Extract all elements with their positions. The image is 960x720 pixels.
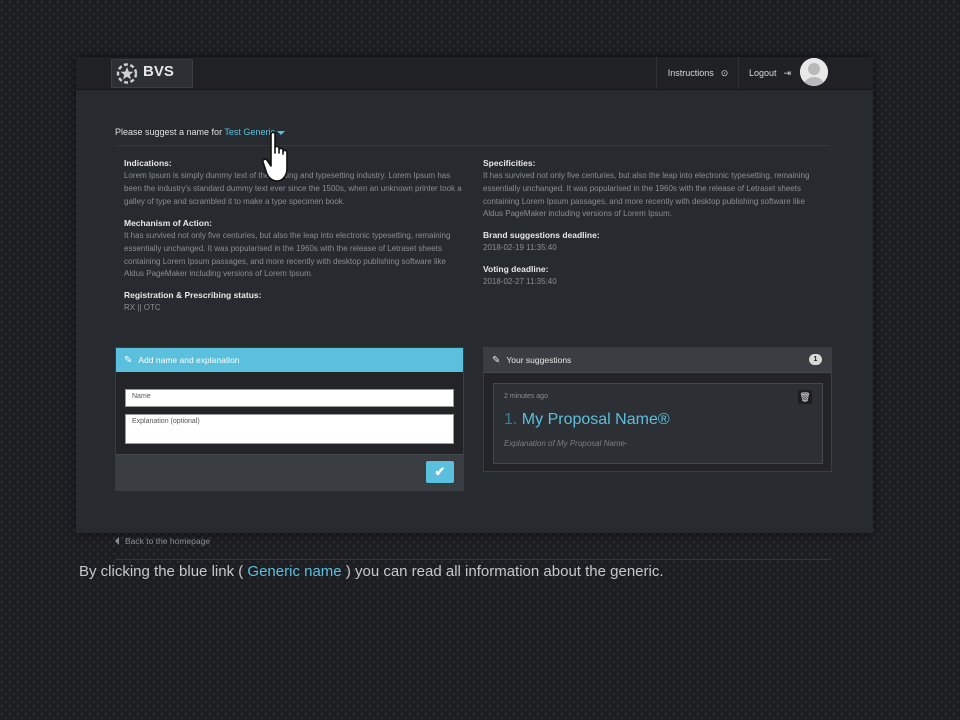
info-title: Specificities:	[483, 158, 536, 168]
info-title: Voting deadline:	[483, 264, 549, 274]
logout-link[interactable]: Logout ⇥	[738, 57, 801, 89]
name-input[interactable]: Name	[125, 389, 454, 407]
pencil-icon: ✎	[124, 354, 133, 366]
back-to-homepage-link[interactable]: Back to the homepage	[115, 536, 210, 546]
info-text: 2018-02-19 11:35:40	[483, 243, 557, 252]
suggestion-number: 1.	[504, 411, 518, 428]
name-placeholder: Name	[132, 393, 151, 400]
checkmark-icon: ✔	[434, 464, 446, 479]
user-silhouette-icon	[800, 58, 828, 86]
trash-icon[interactable]: 🗑	[798, 390, 812, 404]
suggestion-title: 1. My Proposal Name®	[504, 411, 670, 429]
suggest-prefix: Please suggest a name for	[115, 127, 223, 137]
explanation-placeholder: Explanation (optional)	[132, 418, 200, 425]
suggestion-count-badge: 1	[809, 354, 822, 365]
caption-after: ) you can read all information about the…	[345, 563, 664, 580]
brand-logo[interactable]: BVS	[111, 59, 193, 88]
mechanism-block: Mechanism of Action: It has survived not…	[124, 218, 464, 281]
instructions-label: Instructions	[667, 68, 714, 78]
info-text: It has survived not only five centuries,…	[483, 171, 810, 219]
divider	[115, 145, 831, 146]
registration-block: Registration & Prescribing status: RX ||…	[124, 290, 464, 315]
explanation-textarea[interactable]: Explanation (optional)	[125, 414, 454, 444]
add-name-title: Add name and explanation	[138, 355, 240, 365]
add-name-panel-header: ✎ Add name and explanation	[116, 348, 463, 372]
main-content: Please suggest a name for Test Generic I…	[76, 89, 873, 560]
info-title: Registration & Prescribing status:	[124, 290, 262, 300]
pencil-icon: ✎	[492, 354, 501, 366]
star-logo-icon	[116, 63, 138, 84]
brand-deadline-block: Brand suggestions deadline: 2018-02-19 1…	[483, 230, 823, 255]
tutorial-caption: By clicking the blue link ( Generic name…	[79, 563, 664, 580]
voting-deadline-block: Voting deadline: 2018-02-27 11:35:40	[483, 264, 823, 289]
info-title: Mechanism of Action:	[124, 218, 212, 228]
info-title: Brand suggestions deadline:	[483, 230, 600, 240]
brand-name: BVS	[143, 63, 174, 80]
suggestions-panel-header: ✎ Your suggestions 1	[484, 348, 831, 373]
info-text: 2018-02-27 11:35:40	[483, 277, 557, 286]
chevron-left-icon	[115, 537, 119, 545]
play-circle-icon: ⊙	[720, 67, 729, 78]
top-navbar: BVS Instructions ⊙ Logout ⇥	[76, 57, 873, 90]
suggestions-panel: ✎ Your suggestions 1 2 minutes ago 🗑 1. …	[483, 347, 832, 472]
info-text: It has survived not only five centuries,…	[124, 231, 451, 279]
divider	[115, 559, 831, 560]
suggest-heading: Please suggest a name for Test Generic	[115, 127, 285, 137]
suggestion-name: My Proposal Name®	[521, 411, 670, 428]
caption-link: Generic name	[247, 563, 342, 580]
suggestion-time: 2 minutes ago	[504, 393, 548, 400]
app-window: BVS Instructions ⊙ Logout ⇥ Please sugge…	[76, 57, 873, 560]
add-name-panel: ✎ Add name and explanation Name Explanat…	[115, 347, 464, 491]
avatar[interactable]	[800, 58, 828, 86]
suggestion-explanation: Explanation of My Proposal Name-	[504, 439, 628, 448]
specificities-block: Specificities: It has survived not only …	[483, 158, 823, 221]
suggestion-card: 2 minutes ago 🗑 1. My Proposal Name® Exp…	[493, 383, 823, 464]
submit-button[interactable]: ✔	[426, 461, 454, 483]
suggestions-title: Your suggestions	[506, 355, 572, 365]
hand-pointer-icon	[262, 131, 296, 194]
caption-before: By clicking the blue link (	[79, 563, 244, 580]
add-name-panel-footer: ✔	[116, 454, 463, 490]
instructions-link[interactable]: Instructions ⊙	[656, 57, 739, 89]
back-label: Back to the homepage	[125, 536, 211, 546]
info-text: RX || OTC	[124, 303, 161, 312]
logout-label: Logout	[748, 68, 777, 78]
sign-out-icon: ⇥	[783, 67, 792, 78]
